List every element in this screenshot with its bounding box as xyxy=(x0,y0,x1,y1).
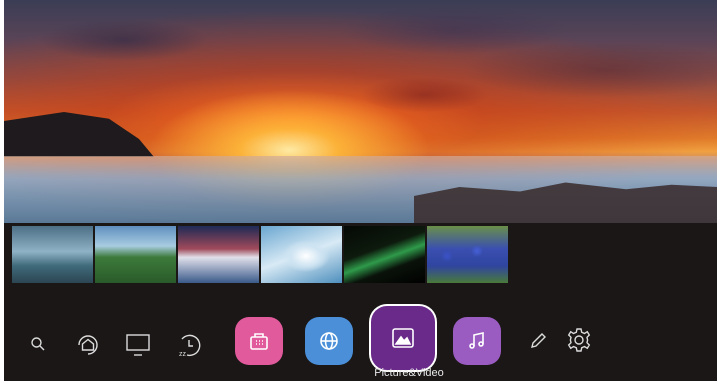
home-icon[interactable] xyxy=(74,331,102,359)
hero-preview-image xyxy=(4,0,717,223)
picture-video-icon[interactable] xyxy=(371,306,435,370)
thumbnail-bluebells[interactable] xyxy=(427,226,508,283)
tv-source-icon[interactable] xyxy=(124,332,152,358)
browser-globe-icon[interactable] xyxy=(305,317,353,365)
tv-launcher-screen: zz Picture&Video xyxy=(4,0,717,381)
edit-pencil-icon[interactable] xyxy=(525,328,551,354)
search-icon[interactable] xyxy=(28,334,48,354)
thumbnail-lake[interactable] xyxy=(12,226,93,283)
music-note-icon[interactable] xyxy=(453,317,501,365)
focused-app-label: Picture&Video xyxy=(374,367,444,379)
thumbnail-green-leaf[interactable] xyxy=(344,226,425,283)
svg-text:zz: zz xyxy=(179,351,187,358)
thumbnail-waterfall[interactable] xyxy=(178,226,259,283)
thumbnail-meadow[interactable] xyxy=(95,226,176,283)
settings-gear-icon[interactable] xyxy=(564,325,594,355)
thumbnail-strip xyxy=(12,226,508,283)
thumbnail-rapids[interactable] xyxy=(261,226,342,283)
sleep-timer-icon[interactable]: zz xyxy=(174,330,204,360)
app-store-icon[interactable] xyxy=(235,317,283,365)
